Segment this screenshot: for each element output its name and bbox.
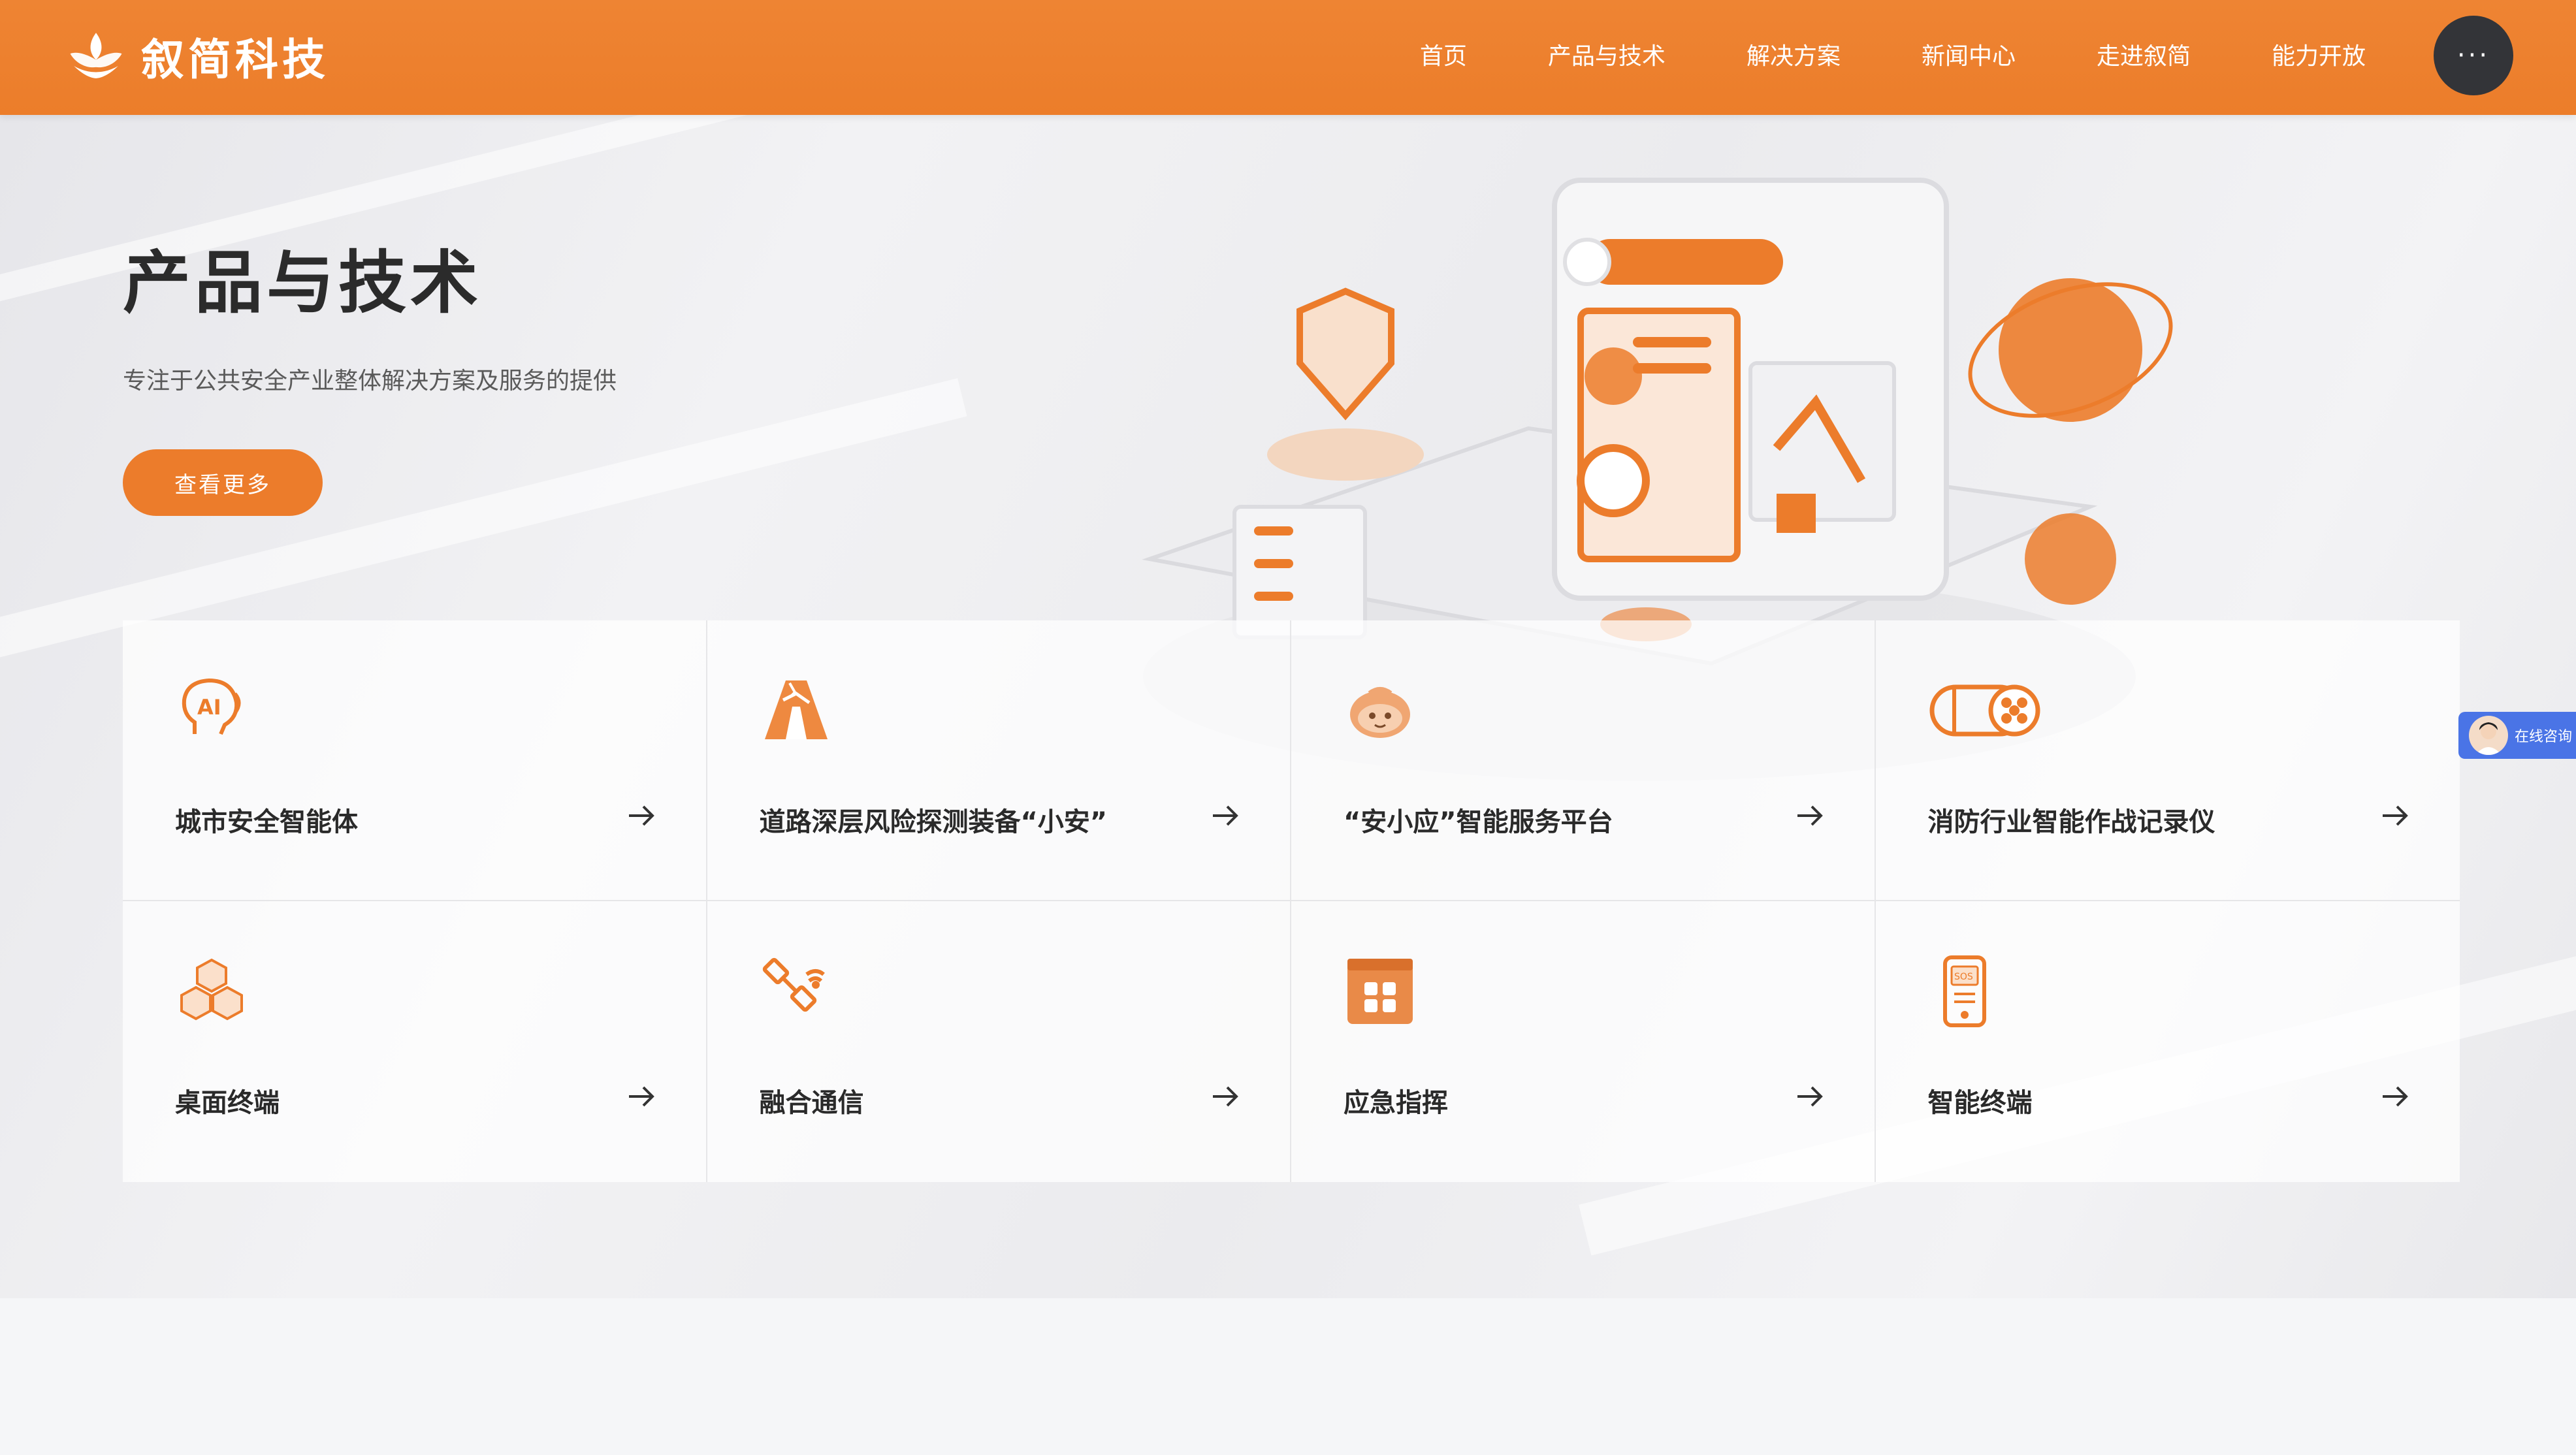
arrow-right-icon [1797, 805, 1823, 826]
product-card-smart-terminal[interactable]: SOS 智能终端 [1876, 901, 2460, 1182]
product-label: 应急指挥 [1344, 1088, 1448, 1118]
product-card-desktop-terminal[interactable]: 桌面终端 [123, 901, 707, 1182]
command-panel-icon [1347, 959, 1413, 1024]
nav-item-solutions[interactable]: 解决方案 [1747, 37, 1841, 71]
product-card-city-safety-agent[interactable]: AI 城市安全智能体 [123, 620, 707, 901]
svg-text:AI: AI [197, 695, 221, 720]
product-label: 道路深层风险探测装备“小安” [759, 807, 1108, 837]
more-dots-icon: ··· [2456, 40, 2490, 71]
view-more-button[interactable]: 查看更多 [123, 449, 323, 516]
arrow-right-icon [628, 805, 654, 826]
product-grid: AI 城市安全智能体 道路深层风险探测装备“小安” “安小应”智能服务平台 消防… [123, 620, 2460, 1182]
product-card-road-radar[interactable]: 道路深层风险探测装备“小安” [707, 620, 1291, 901]
brand-name: 叙简科技 [141, 35, 329, 85]
satellite-icon [762, 957, 825, 1012]
cable-recorder-icon [1929, 684, 2040, 737]
mascot-icon [1350, 687, 1410, 738]
road-radar-icon [764, 680, 828, 739]
main-nav: 首页 产品与技术 解决方案 新闻中心 走进叙简 能力开放 [1339, 0, 2366, 108]
hero-subtitle: 专注于公共安全产业整体解决方案及服务的提供 [123, 368, 617, 394]
svg-text:SOS: SOS [1954, 972, 1973, 982]
arrow-right-icon [2383, 805, 2408, 826]
product-label: 桌面终端 [175, 1088, 280, 1118]
product-card-anxiaoying-platform[interactable]: “安小应”智能服务平台 [1291, 620, 1876, 901]
arrow-right-icon [1797, 1086, 1823, 1107]
agent-avatar-icon [2475, 722, 2502, 755]
ai-head-icon: AI [182, 678, 241, 735]
product-card-converged-communication[interactable]: 融合通信 [707, 901, 1291, 1182]
page-bottom-area [0, 1298, 2576, 1455]
product-label: 智能终端 [1927, 1088, 2033, 1118]
nav-item-news[interactable]: 新闻中心 [1922, 37, 2016, 71]
more-menu-button[interactable]: ··· [2434, 16, 2513, 95]
arrow-right-icon [628, 1086, 654, 1107]
product-label: 城市安全智能体 [175, 807, 358, 837]
online-consult-widget[interactable]: 在线咨询 [2458, 712, 2576, 759]
product-label: 消防行业智能作战记录仪 [1927, 807, 2215, 837]
agent-avatar [2469, 716, 2508, 755]
cubes-icon [180, 958, 243, 1021]
product-card-emergency-command[interactable]: 应急指挥 [1291, 901, 1876, 1182]
product-label: 融合通信 [759, 1088, 864, 1118]
arrow-right-icon [2383, 1086, 2408, 1107]
brand-logo[interactable]: 叙简科技 [65, 24, 329, 89]
nav-item-about[interactable]: 走进叙简 [2097, 37, 2191, 71]
nav-item-home[interactable]: 首页 [1420, 37, 1467, 71]
nav-item-open-platform[interactable]: 能力开放 [2272, 37, 2366, 71]
product-label: “安小应”智能服务平台 [1344, 807, 1613, 837]
hero-title: 产品与技术 [123, 243, 483, 323]
smart-terminal-icon: SOS [1942, 955, 1986, 1027]
lotus-logo-icon [70, 33, 122, 78]
top-header: 叙简科技 首页 产品与技术 解决方案 新闻中心 走进叙简 能力开放 ··· [0, 0, 2576, 115]
online-consult-label: 在线咨询 [2515, 729, 2573, 745]
product-card-fire-recorder[interactable]: 消防行业智能作战记录仪 [1875, 620, 2460, 901]
arrow-right-icon [1213, 805, 1238, 826]
arrow-right-icon [1213, 1086, 1238, 1107]
nav-item-products[interactable]: 产品与技术 [1548, 37, 1666, 71]
